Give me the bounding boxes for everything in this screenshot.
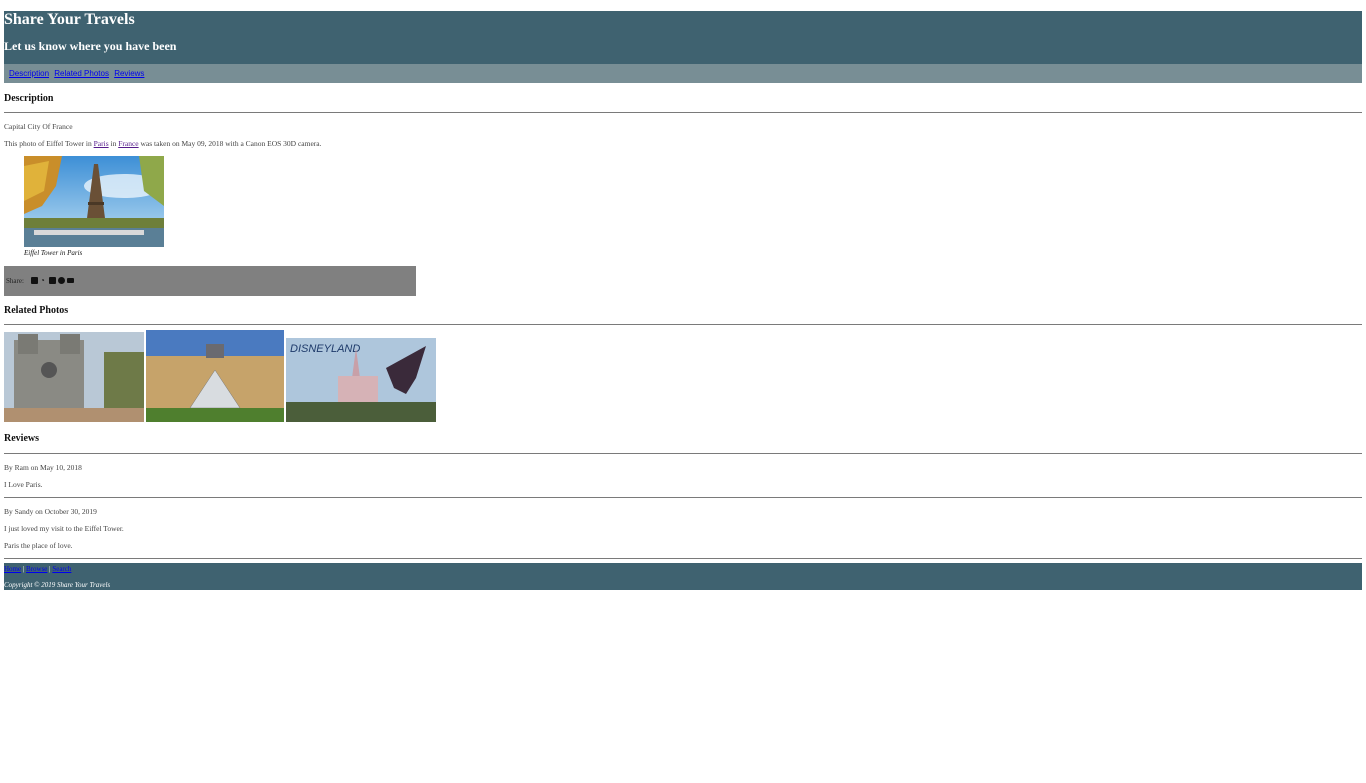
louvre-photo[interactable] bbox=[146, 330, 284, 422]
footer-links: Home | Browse | Search bbox=[4, 565, 71, 573]
review-byline: By Ram on May 10, 2018 bbox=[4, 463, 82, 472]
share-bar: Share: ◔ bbox=[4, 266, 416, 296]
notre-dame-photo[interactable] bbox=[4, 332, 144, 422]
site-subtitle: Let us know where you have been bbox=[4, 39, 177, 53]
nav-link-description[interactable]: Description bbox=[9, 69, 49, 78]
footer-link-browse[interactable]: Browse bbox=[26, 565, 47, 573]
description-subtitle: Capital City Of France bbox=[4, 122, 73, 131]
country-link[interactable]: France bbox=[118, 139, 138, 148]
nav-link-related-photos[interactable]: Related Photos bbox=[54, 69, 109, 78]
review-byline: By Sandy on October 30, 2019 bbox=[4, 507, 97, 516]
divider bbox=[4, 497, 1362, 498]
section-nav: Description Related Photos Reviews bbox=[4, 64, 1362, 83]
page: Share Your Travels Let us know where you… bbox=[4, 11, 1362, 783]
share-label: Share: bbox=[6, 277, 24, 285]
photo-description: This photo of Eiffel Tower in Paris in F… bbox=[4, 139, 322, 148]
facebook-icon[interactable] bbox=[58, 277, 65, 284]
related-photos-heading: Related Photos bbox=[4, 305, 69, 316]
reviews-heading: Reviews bbox=[4, 433, 39, 444]
site-header: Share Your Travels Let us know where you… bbox=[4, 11, 1362, 64]
main-content: Description Capital City Of France This … bbox=[4, 83, 1362, 783]
description-text: in bbox=[108, 139, 119, 148]
footer-separator: | bbox=[49, 565, 51, 573]
envelope-icon[interactable] bbox=[31, 277, 38, 284]
review-text: I Love Paris. bbox=[4, 480, 43, 489]
footer-link-home[interactable]: Home bbox=[4, 565, 21, 573]
eiffel-tower-photo bbox=[24, 156, 164, 247]
footer-link-search[interactable]: Search bbox=[52, 565, 71, 573]
divider bbox=[4, 558, 1362, 559]
review-text: I just loved my visit to the Eiffel Towe… bbox=[4, 524, 124, 533]
twitter-icon[interactable] bbox=[49, 277, 56, 284]
description-text: was taken on May 09, 2018 with a Canon E… bbox=[138, 139, 322, 148]
footer-separator: | bbox=[22, 565, 25, 573]
city-link[interactable]: Paris bbox=[94, 139, 109, 148]
photo-caption: Eiffel Tower in Paris bbox=[24, 249, 83, 257]
divider bbox=[4, 112, 1362, 113]
rss-icon[interactable]: ◔ bbox=[40, 277, 47, 285]
divider bbox=[4, 324, 1362, 325]
divider bbox=[4, 453, 1362, 454]
description-text: This photo of Eiffel Tower in bbox=[4, 139, 94, 148]
site-footer: Home | Browse | Search Copyright © 2019 … bbox=[4, 563, 1362, 590]
description-heading: Description bbox=[4, 93, 54, 104]
svg-text:DISNEYLAND: DISNEYLAND bbox=[290, 343, 360, 355]
flickr-icon[interactable] bbox=[67, 278, 74, 283]
nav-link-reviews[interactable]: Reviews bbox=[114, 69, 144, 78]
site-title: Share Your Travels bbox=[4, 11, 135, 28]
disneyland-photo[interactable]: DISNEYLAND bbox=[286, 338, 436, 422]
review-text: Paris the place of love. bbox=[4, 541, 73, 550]
copyright-text: Copyright © 2019 Share Your Travels bbox=[4, 581, 111, 589]
